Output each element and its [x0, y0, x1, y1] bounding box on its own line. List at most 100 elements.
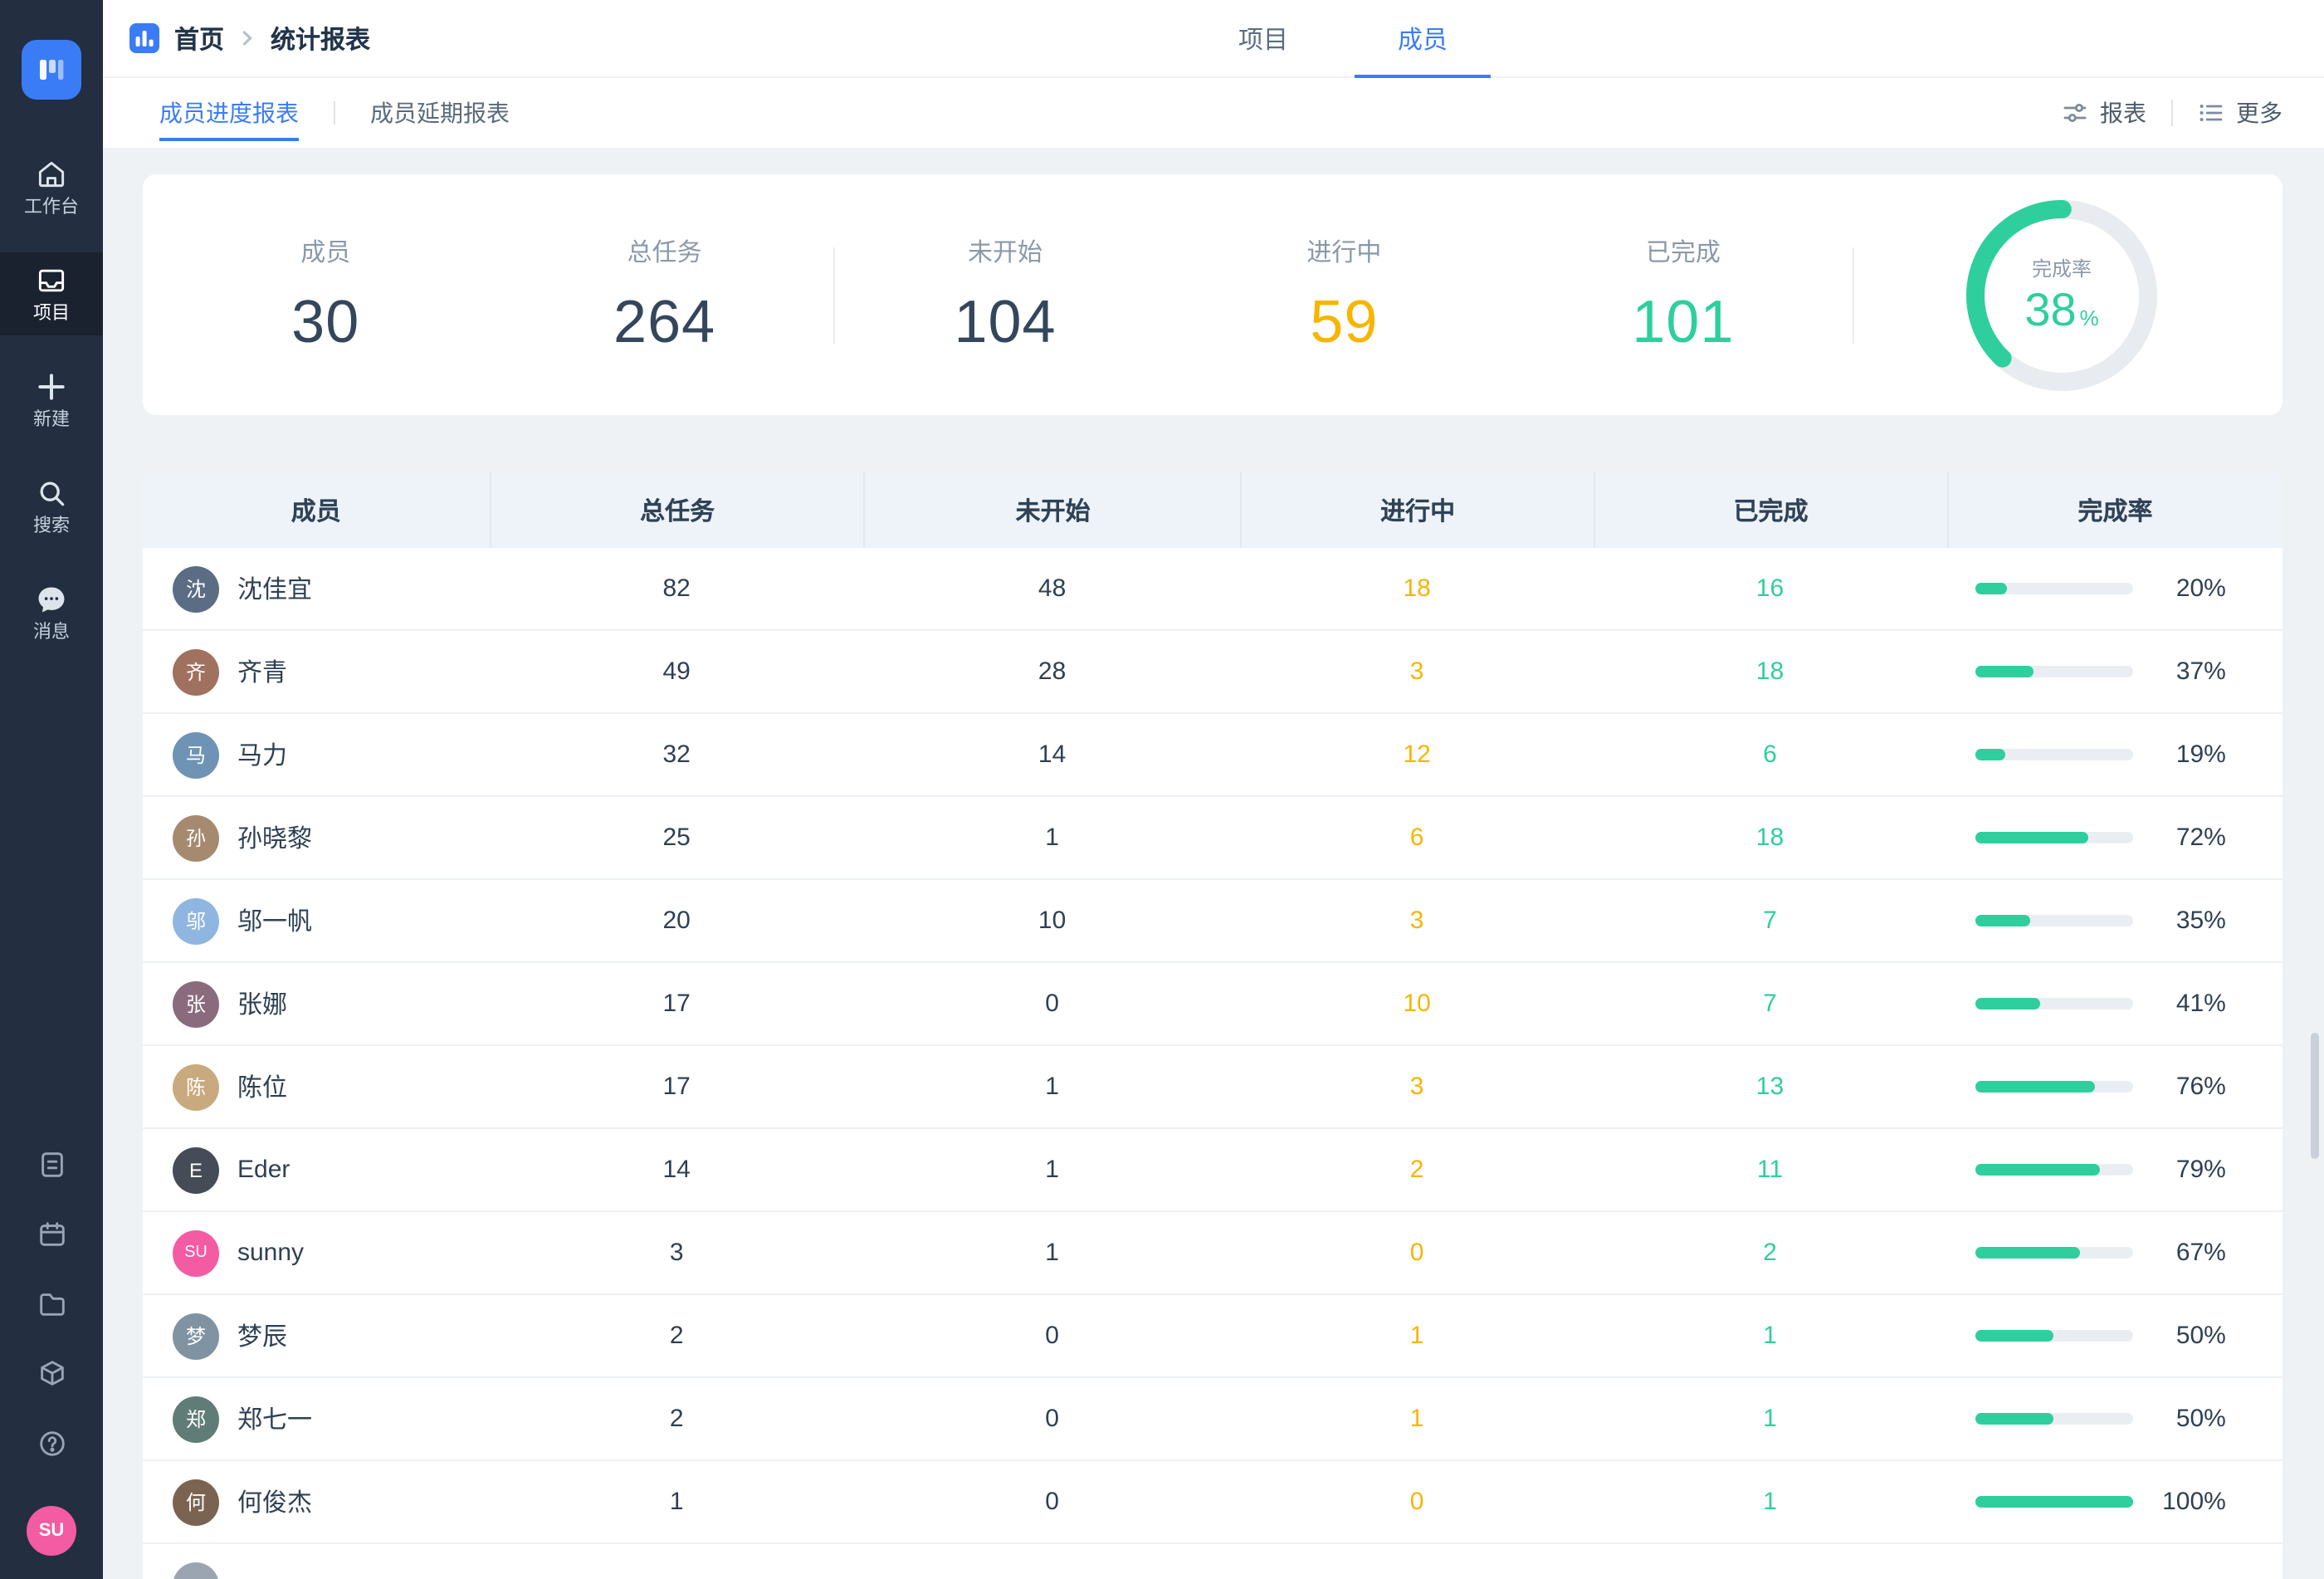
- stat-label: 总任务: [627, 233, 702, 268]
- rate-label: 35%: [2156, 907, 2226, 935]
- completion-rate-cell: 37%: [1946, 658, 2282, 686]
- not-started-cell: 0: [864, 990, 1241, 1018]
- not-started-cell: 1: [864, 824, 1241, 852]
- breadcrumb-current: 统计报表: [271, 21, 370, 56]
- member-name: 沈佳宜: [237, 571, 312, 606]
- sidebar-item-search[interactable]: 搜索: [0, 465, 103, 548]
- top-header: 首页 统计报表 项目 成员: [103, 0, 2324, 78]
- filter-sliders-icon: [2062, 100, 2088, 126]
- avatar-initial: 张: [186, 990, 206, 1018]
- table-row[interactable]: 孙 孙晓黎 25 1 6 18 72%: [143, 797, 2282, 880]
- table-row[interactable]: 陈 陈位 17 1 3 13 76%: [143, 1046, 2282, 1129]
- clipboard-icon[interactable]: [36, 1149, 67, 1181]
- member-cell: 郑 郑七一: [143, 1396, 490, 1442]
- tab-member-progress-report[interactable]: 成员进度报表: [159, 91, 299, 134]
- sidebar: 工作台 项目 新建 搜索: [0, 0, 103, 1579]
- member-name: 邬一帆: [237, 903, 312, 938]
- completed-cell: 7: [1594, 990, 1946, 1018]
- member-name: Eder: [237, 1156, 290, 1184]
- report-action-label: 报表: [2100, 96, 2146, 130]
- table-row[interactable]: 马 马力 32 14 12 6 19%: [143, 714, 2282, 797]
- inbox-icon: [35, 264, 68, 297]
- user-avatar[interactable]: SU: [27, 1506, 76, 1556]
- table-row[interactable]: E Eder 14 1 2 11 79%: [143, 1129, 2282, 1212]
- table-row[interactable]: 郑 郑七一 2 0 1 1 50%: [143, 1378, 2282, 1461]
- member-avatar: E: [173, 1146, 219, 1193]
- sidebar-item-messages[interactable]: 消息: [0, 571, 103, 654]
- total-tasks-cell: 32: [490, 741, 864, 769]
- table-row[interactable]: SU sunny 3 1 0 2 67%: [143, 1212, 2282, 1295]
- folder-icon[interactable]: [36, 1288, 67, 1320]
- completed-cell: 2: [1594, 1239, 1946, 1267]
- stat-in-progress: 进行中 59: [1174, 233, 1513, 356]
- sidebar-item-projects[interactable]: 项目: [0, 252, 103, 335]
- in-progress-cell: 0: [1240, 1488, 1593, 1516]
- table-body: 沈 沈佳宜 82 48 18 16 20% 齐 齐青 49 28 3 18 37…: [143, 548, 2282, 1579]
- scrollbar-thumb[interactable]: [2311, 1033, 2319, 1159]
- progress-bar: [1975, 666, 2133, 677]
- avatar-initial: 梦: [186, 1322, 206, 1350]
- progress-bar: [1975, 998, 2133, 1009]
- col-total-tasks[interactable]: 总任务: [490, 472, 864, 548]
- sidebar-item-workbench[interactable]: 工作台: [0, 146, 103, 229]
- avatar-initial: 沈: [186, 574, 206, 603]
- progress-fill: [1975, 1247, 2081, 1259]
- sidebar-nav: 工作台 项目 新建 搜索: [0, 146, 103, 677]
- not-started-cell: 1: [864, 1239, 1241, 1267]
- col-in-progress[interactable]: 进行中: [1240, 472, 1593, 548]
- completed-cell: 7: [1594, 907, 1946, 935]
- completion-rate-cell: 72%: [1946, 824, 2282, 852]
- list-icon: [2198, 100, 2224, 126]
- table-row[interactable]: [143, 1544, 2282, 1579]
- total-tasks-cell: 25: [490, 824, 864, 852]
- search-icon: [35, 477, 68, 510]
- table-row[interactable]: 齐 齐青 49 28 3 18 37%: [143, 631, 2282, 714]
- avatar-initial: 陈: [186, 1073, 206, 1101]
- col-completed[interactable]: 已完成: [1594, 472, 1946, 548]
- tab-member-delay-report[interactable]: 成员延期报表: [370, 91, 510, 134]
- tab-members[interactable]: 成员: [1355, 0, 1491, 76]
- member-cell: [143, 1562, 490, 1579]
- more-action-button[interactable]: 更多: [2173, 96, 2307, 130]
- app-logo[interactable]: [22, 40, 81, 100]
- progress-fill: [1975, 832, 2088, 843]
- stat-value: 30: [291, 286, 359, 356]
- box-icon[interactable]: [36, 1358, 67, 1390]
- donut-center: 完成率 38%: [1964, 197, 2160, 393]
- stat-label: 已完成: [1646, 233, 1721, 268]
- col-member[interactable]: 成员: [143, 472, 490, 548]
- calendar-icon[interactable]: [36, 1219, 67, 1250]
- sidebar-item-create[interactable]: 新建: [0, 359, 103, 442]
- table-row[interactable]: 梦 梦辰 2 0 1 1 50%: [143, 1295, 2282, 1378]
- progress-fill: [1975, 1164, 2100, 1176]
- rate-label: 41%: [2156, 990, 2226, 1018]
- progress-bar: [1975, 832, 2133, 843]
- completion-rate-cell: 41%: [1946, 990, 2282, 1018]
- in-progress-cell: 12: [1240, 741, 1593, 769]
- breadcrumb-home[interactable]: 首页: [174, 21, 224, 56]
- chat-bubble-icon: [35, 583, 68, 616]
- table-row[interactable]: 沈 沈佳宜 82 48 18 16 20%: [143, 548, 2282, 631]
- sidebar-item-label: 项目: [33, 306, 70, 324]
- tab-projects[interactable]: 项目: [1195, 0, 1331, 76]
- table-row[interactable]: 张 张娜 17 0 10 7 41%: [143, 963, 2282, 1046]
- completion-rate-cell: 76%: [1946, 1073, 2282, 1101]
- col-not-started[interactable]: 未开始: [864, 472, 1241, 548]
- member-name: 何俊杰: [237, 1484, 312, 1519]
- stat-value: 104: [954, 286, 1056, 356]
- member-cell: 沈 沈佳宜: [143, 565, 490, 612]
- member-avatar: 陈: [173, 1063, 219, 1110]
- completed-cell: 18: [1594, 658, 1946, 686]
- help-icon[interactable]: [36, 1428, 67, 1459]
- completion-rate-cell: 50%: [1946, 1322, 2282, 1350]
- member-avatar: SU: [173, 1229, 219, 1276]
- stat-completed: 已完成 101: [1514, 233, 1853, 356]
- in-progress-cell: 6: [1240, 824, 1593, 852]
- report-action-button[interactable]: 报表: [2037, 96, 2171, 130]
- completion-rate-cell: 67%: [1946, 1239, 2282, 1267]
- progress-fill: [1975, 583, 2006, 594]
- col-completion-rate[interactable]: 完成率: [1946, 472, 2282, 548]
- progress-bar: [1975, 1164, 2133, 1176]
- table-row[interactable]: 邬 邬一帆 20 10 3 7 35%: [143, 880, 2282, 963]
- table-row[interactable]: 何 何俊杰 1 0 0 1 100%: [143, 1461, 2282, 1544]
